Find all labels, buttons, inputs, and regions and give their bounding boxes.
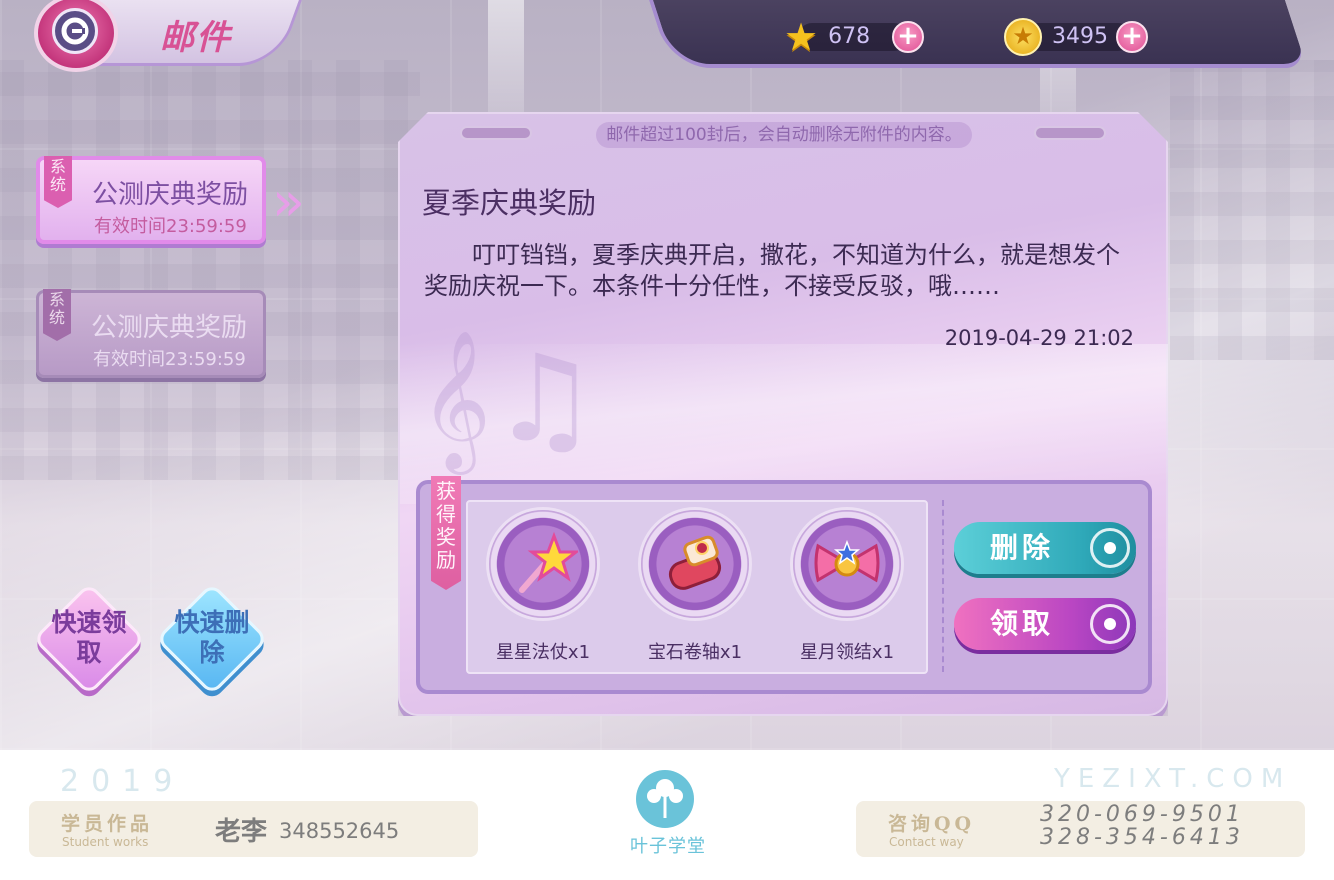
- coin-currency: ★ 3495 +: [1004, 18, 1148, 56]
- student-works-subtitle: Student works: [62, 835, 149, 849]
- reward-item-label: 星星法仗x1: [495, 642, 591, 663]
- mail-item-expiry: 有效时间23:59:59: [93, 349, 246, 370]
- delete-button[interactable]: 删除: [954, 522, 1136, 574]
- gem-scroll-icon: [660, 528, 730, 598]
- claim-button[interactable]: 领取: [954, 598, 1136, 650]
- top-bar: 邮件 ★ 678 + ★ 3495 +: [0, 0, 1334, 72]
- music-note-icon: 𝄞♫: [420, 330, 599, 469]
- reward-item[interactable]: 星月领结x1: [782, 510, 912, 670]
- mail-limit-notice: 邮件超过100封后，会自动删除无附件的内容。: [596, 122, 972, 148]
- mail-list-item[interactable]: 系统 公测庆典奖励 有效时间23:59:59: [36, 289, 266, 378]
- student-id: 348552645: [279, 819, 400, 843]
- tree-icon: [636, 770, 694, 828]
- mail-body: 叮叮铛铛，夏季庆典开启，撒花，不知道为什么，就是想发个奖励庆祝一下。本条件十分任…: [424, 241, 1120, 300]
- back-icon: [52, 8, 98, 54]
- star-currency: ★ 678 +: [784, 15, 925, 59]
- reward-item-label: 星月领结x1: [799, 642, 895, 663]
- target-icon: [1090, 604, 1130, 644]
- panel-hook: [460, 126, 532, 140]
- background-pattern: [0, 60, 420, 480]
- mail-subject: 夏季庆典奖励: [422, 186, 597, 220]
- add-coins-button[interactable]: +: [1116, 21, 1148, 53]
- page-title: 邮件: [160, 18, 232, 58]
- star-moon-bow-icon: [812, 528, 882, 598]
- star-wand-icon: [508, 528, 578, 598]
- reward-tag: 获得奖励: [431, 476, 461, 590]
- student-works-box: 学员作品 Student works 老李 348552645: [29, 801, 478, 857]
- reward-item[interactable]: 星星法仗x1: [478, 510, 608, 670]
- delete-label: 删除: [990, 531, 1055, 564]
- mail-list-item-selected[interactable]: 系统 公测庆典奖励 有效时间23:59:59: [36, 156, 266, 244]
- background-pattern: [1170, 60, 1334, 360]
- panel-hook: [1034, 126, 1106, 140]
- phone-number: 328-354-6413: [1040, 825, 1244, 850]
- quick-claim-label[interactable]: 快速领取: [49, 608, 129, 668]
- target-icon: [1090, 528, 1130, 568]
- star-icon: ★: [784, 15, 819, 59]
- system-tag: 系统: [44, 156, 72, 208]
- phone-number: 320-069-9501: [1040, 802, 1244, 827]
- footer-site: YEZIXT.COM: [1054, 764, 1292, 794]
- mail-item-title: 公测庆典奖励: [92, 180, 249, 210]
- quick-delete-label[interactable]: 快速删除: [172, 608, 252, 668]
- coin-icon: ★: [1004, 18, 1042, 56]
- mail-item-title: 公测庆典奖励: [91, 313, 248, 343]
- contact-subtitle: Contact way: [889, 835, 964, 849]
- resource-bar: [648, 0, 1308, 68]
- contact-box: 咨询QQ Contact way 320-069-9501 328-354-64…: [856, 801, 1305, 857]
- contact-numbers: 320-069-9501 328-354-6413: [1040, 803, 1244, 849]
- add-stars-button[interactable]: +: [892, 21, 925, 53]
- student-name: 老李: [215, 817, 268, 847]
- system-tag: 系统: [43, 289, 71, 341]
- claim-label: 领取: [990, 607, 1055, 640]
- student-works-title: 学员作品: [61, 813, 154, 835]
- footer-year: 2019: [60, 764, 185, 799]
- reward-item-label: 宝石卷轴x1: [647, 642, 743, 663]
- chevron-right-icon: »: [272, 170, 305, 233]
- reward-item[interactable]: 宝石卷轴x1: [630, 510, 760, 670]
- action-divider: [942, 500, 944, 672]
- logo: 叶子学堂: [628, 770, 708, 860]
- logo-text: 叶子学堂: [630, 836, 706, 857]
- mail-item-expiry: 有效时间23:59:59: [94, 216, 247, 237]
- mail-date: 2019-04-29 21:02: [944, 326, 1134, 350]
- contact-title: 咨询QQ: [888, 813, 976, 835]
